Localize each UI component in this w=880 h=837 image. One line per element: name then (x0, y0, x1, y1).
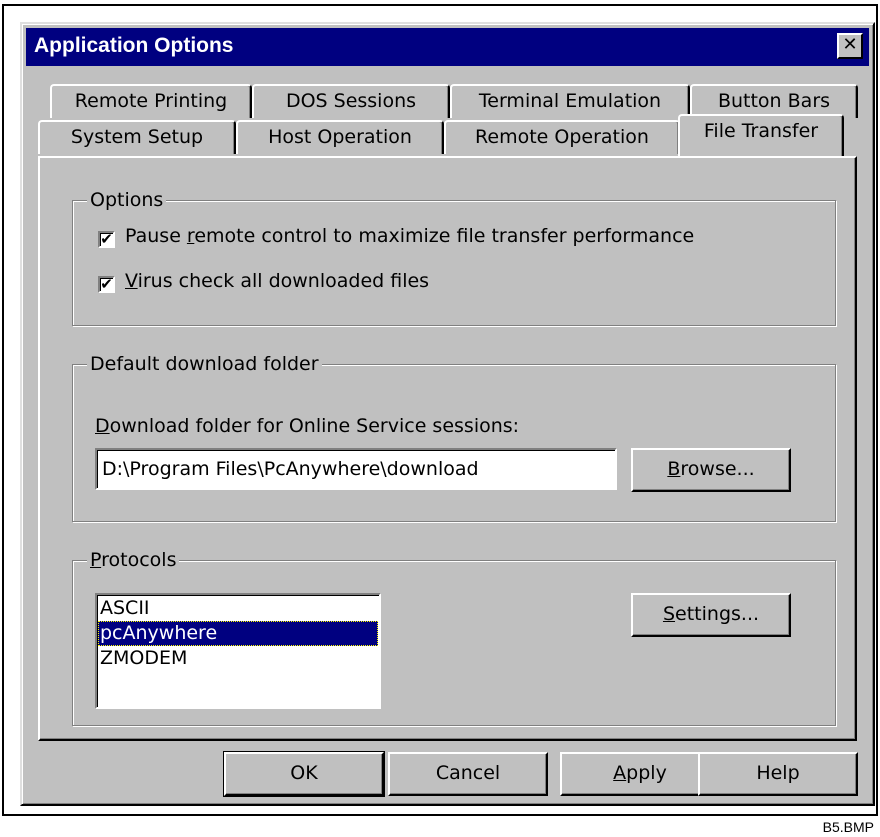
virus-label-post: irus check all downloaded files (137, 270, 430, 292)
cancel-button[interactable]: Cancel (388, 752, 548, 796)
virus-checkbox-box[interactable]: ✔ (98, 276, 115, 293)
pause-label-pre: Pause (125, 225, 187, 247)
apply-button-label: pply (626, 762, 667, 784)
virus-check-checkbox[interactable]: ✔ Virus check all downloaded files (98, 270, 429, 293)
tab-dos-sessions[interactable]: DOS Sessions (252, 84, 450, 118)
download-folder-label-post: ownload folder for Online Service sessio… (109, 415, 520, 437)
apply-button[interactable]: Apply (560, 752, 720, 796)
pause-remote-control-checkbox[interactable]: ✔ Pause remote control to maximize file t… (98, 225, 694, 248)
settings-button[interactable]: Settings... (631, 593, 791, 637)
download-folder-group-title: Default download folder (87, 352, 322, 376)
protocol-item-ascii[interactable]: ASCII (98, 596, 378, 621)
application-options-dialog: Application Options ✕ Remote Printing DO… (20, 22, 875, 806)
protocols-title-accel: P (90, 549, 102, 571)
tab-terminal-emulation[interactable]: Terminal Emulation (450, 84, 690, 118)
tab-remote-operation[interactable]: Remote Operation (444, 120, 680, 154)
title-bar[interactable]: Application Options ✕ (26, 28, 869, 66)
browse-button-accel: B (667, 458, 681, 480)
help-button[interactable]: Help (698, 752, 858, 796)
settings-button-accel: S (662, 603, 676, 625)
options-group-title: Options (87, 188, 167, 212)
protocol-item-zmodem[interactable]: ZMODEM (98, 646, 378, 671)
tab-host-operation[interactable]: Host Operation (236, 120, 444, 154)
protocols-group: Protocols ASCII pcAnywhere ZMODEM Settin… (72, 548, 836, 726)
virus-label-accel: V (125, 270, 138, 292)
close-button[interactable]: ✕ (837, 33, 863, 59)
download-folder-label: Download folder for Online Service sessi… (95, 415, 519, 437)
download-folder-input[interactable]: D:\Program Files\PcAnywhere\download (95, 448, 617, 490)
download-folder-label-accel: D (95, 415, 110, 437)
protocols-listbox[interactable]: ASCII pcAnywhere ZMODEM (95, 593, 381, 709)
settings-button-label: ettings... (675, 603, 760, 625)
apply-button-accel: A (613, 762, 627, 784)
ok-button[interactable]: OK (223, 751, 385, 797)
figure-caption: B5.BMP (822, 819, 874, 835)
protocols-title-post: rotocols (101, 549, 177, 571)
browse-button[interactable]: Browse... (631, 448, 791, 492)
options-group: Options ✔ Pause remote control to maximiz… (72, 188, 836, 326)
tab-file-transfer[interactable]: File Transfer (678, 114, 844, 156)
tab-remote-printing[interactable]: Remote Printing (50, 84, 252, 118)
protocol-item-pcanywhere[interactable]: pcAnywhere (98, 621, 378, 646)
close-icon: ✕ (842, 34, 858, 55)
tab-system-setup[interactable]: System Setup (38, 120, 236, 154)
tab-button-bars[interactable]: Button Bars (690, 84, 858, 118)
window-title: Application Options (34, 34, 234, 57)
file-transfer-page: Options ✔ Pause remote control to maximiz… (38, 156, 857, 741)
pause-checkbox-box[interactable]: ✔ (98, 231, 115, 248)
download-folder-group: Default download folder Download folder … (72, 352, 836, 522)
pause-label-post: emote control to maximize file transfer … (194, 225, 695, 247)
protocols-group-title: Protocols (87, 548, 180, 572)
browse-button-label: rowse... (680, 458, 755, 480)
